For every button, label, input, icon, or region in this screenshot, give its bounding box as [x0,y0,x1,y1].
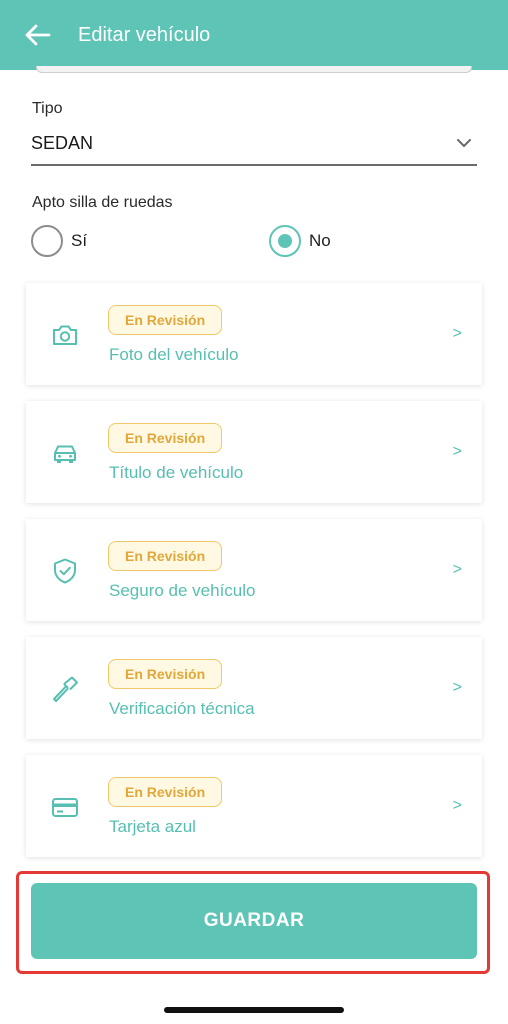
save-button[interactable]: GUARDAR [31,883,477,959]
doc-card-vehicle-insurance[interactable]: En Revisión Seguro de vehículo > [26,519,482,621]
credit-card-icon [52,798,78,817]
radio-yes[interactable]: Sí [31,225,87,257]
app-bar: Editar vehículo [0,0,508,70]
doc-card-technical-check[interactable]: En Revisión Verificación técnica > [26,637,482,739]
doc-title: Tarjeta azul [109,817,196,836]
camera-icon [53,325,77,345]
page-title: Editar vehículo [78,23,211,46]
chevron-right-icon: > [452,561,462,578]
status-badge: En Revisión [108,305,223,335]
status-badge: En Revisión [108,659,223,689]
radio-yes-circle[interactable] [31,225,63,257]
doc-card-vehicle-title[interactable]: En Revisión Título de vehículo > [26,401,482,503]
doc-title: Seguro de vehículo [109,581,256,600]
chevron-down-icon [457,138,471,147]
doc-card-vehicle-photo[interactable]: En Revisión Foto del vehículo > [26,283,482,385]
doc-title: Verificación técnica [109,699,255,718]
status-badge: En Revisión [108,423,223,453]
hammer-icon [53,676,78,702]
chevron-right-icon: > [452,797,462,814]
previous-field-edge [36,66,472,73]
radio-yes-label: Sí [71,231,88,250]
wheelchair-label: Apto silla de ruedas [32,194,173,211]
home-indicator[interactable] [164,1007,344,1013]
radio-no-label: No [309,231,331,250]
doc-card-blue-card[interactable]: En Revisión Tarjeta azul > [26,755,482,857]
radio-no-circle[interactable] [269,225,301,257]
type-label: Tipo [32,100,63,117]
chevron-right-icon: > [452,443,462,460]
radio-no[interactable]: No [269,225,331,257]
shield-check-icon [54,558,76,584]
type-select-value: SEDAN [31,132,94,153]
status-badge: En Revisión [108,541,223,571]
type-select[interactable]: SEDAN [31,122,477,166]
arrow-left-icon [25,24,51,46]
doc-title: Foto del vehículo [109,345,239,364]
chevron-right-icon: > [452,325,462,342]
chevron-right-icon: > [452,679,462,696]
car-icon [54,445,76,463]
back-button[interactable] [14,11,62,59]
doc-title: Título de vehículo [109,463,244,482]
status-badge: En Revisión [108,777,223,807]
